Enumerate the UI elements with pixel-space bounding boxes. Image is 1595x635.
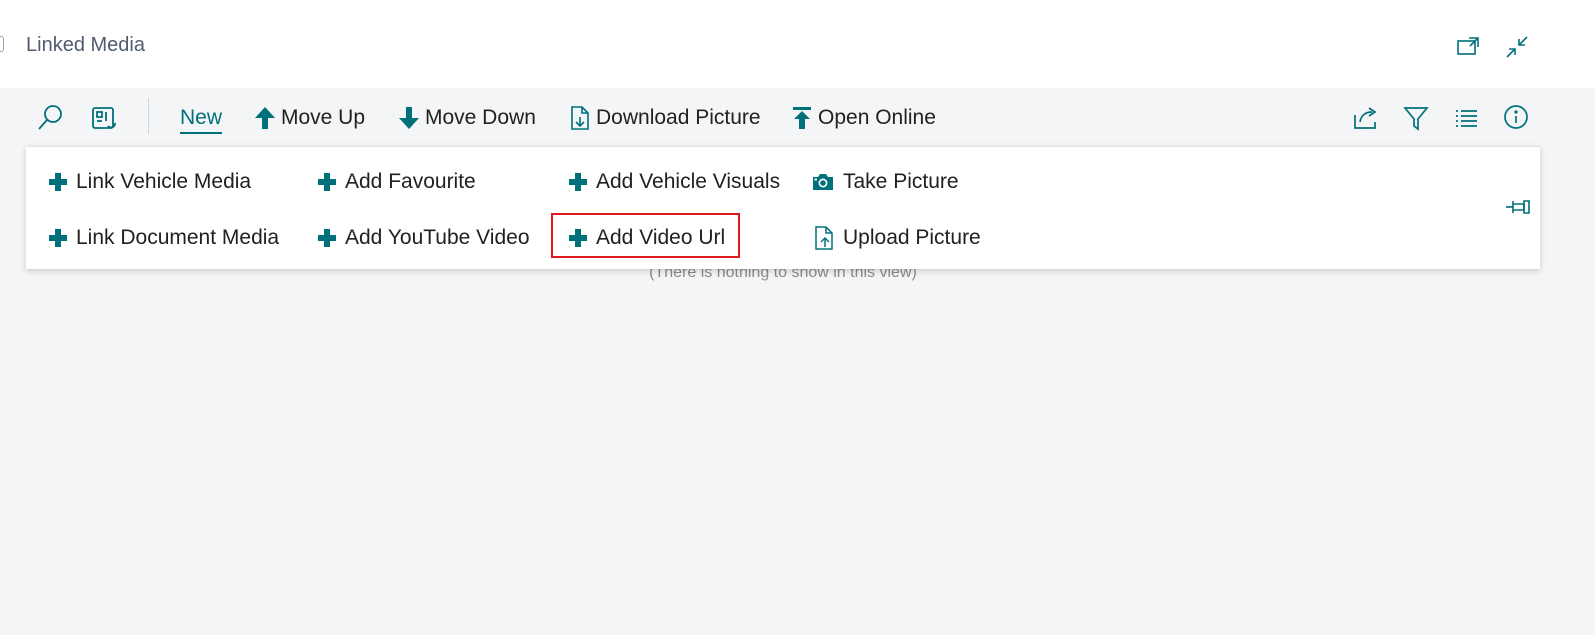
action-bar: New Move Up Move Down Download Picture O… — [0, 88, 1595, 146]
add-youtube-video-item[interactable]: Add YouTube Video — [317, 222, 530, 254]
move-up-button[interactable]: Move Up — [253, 102, 365, 134]
plus-icon — [568, 170, 588, 194]
page-title: Linked Media — [26, 34, 145, 56]
item-label: Link Vehicle Media — [76, 170, 252, 193]
document-upload-icon — [813, 226, 835, 250]
share-icon[interactable] — [1350, 102, 1382, 134]
item-label: Upload Picture — [843, 226, 981, 249]
item-label: Take Picture — [843, 170, 959, 193]
open-in-new-window-icon[interactable] — [1453, 32, 1483, 62]
arrow-up-icon — [255, 107, 275, 129]
link-vehicle-media-item[interactable]: Link Vehicle Media — [48, 166, 251, 198]
list-view-icon[interactable] — [1450, 102, 1482, 134]
camera-icon — [811, 170, 835, 194]
link-document-media-item[interactable]: Link Document Media — [48, 222, 279, 254]
plus-icon — [48, 170, 68, 194]
item-label: Add Vehicle Visuals — [596, 170, 781, 193]
collapse-icon[interactable] — [1502, 32, 1532, 62]
new-label: New — [180, 106, 223, 129]
filter-icon[interactable] — [1400, 102, 1432, 134]
page-header: Linked Media — [0, 0, 1595, 88]
upload-picture-item[interactable]: Upload Picture — [813, 222, 981, 254]
download-picture-button[interactable]: Download Picture — [568, 102, 761, 134]
plus-icon — [317, 226, 337, 250]
item-label: Add YouTube Video — [345, 226, 530, 249]
info-icon[interactable] — [1500, 102, 1532, 134]
add-favourite-item[interactable]: Add Favourite — [317, 166, 476, 198]
download-picture-label: Download Picture — [596, 106, 761, 129]
panel-edge — [0, 36, 4, 52]
arrow-down-icon — [399, 107, 419, 129]
move-down-button[interactable]: Move Down — [397, 102, 536, 134]
toolbar-divider — [148, 98, 149, 134]
take-picture-item[interactable]: Take Picture — [811, 166, 959, 198]
open-online-button[interactable]: Open Online — [790, 102, 936, 134]
item-label: Add Video Url — [596, 226, 726, 249]
add-video-url-item[interactable]: Add Video Url — [568, 222, 725, 254]
new-menu-button[interactable]: New — [180, 104, 223, 134]
item-label: Link Document Media — [76, 226, 280, 249]
add-vehicle-visuals-item[interactable]: Add Vehicle Visuals — [568, 166, 780, 198]
move-up-label: Move Up — [281, 106, 366, 129]
plus-icon — [48, 226, 68, 250]
document-download-icon — [571, 106, 589, 130]
item-label: Add Favourite — [345, 170, 476, 193]
plus-icon — [568, 226, 588, 250]
new-dropdown-menu: Link Vehicle Media Link Document Media A… — [26, 146, 1540, 269]
layout-icon[interactable] — [88, 102, 120, 134]
upload-arrow-icon — [793, 107, 811, 129]
pin-icon[interactable] — [1504, 195, 1532, 219]
search-icon[interactable] — [34, 102, 66, 134]
open-online-label: Open Online — [818, 106, 936, 129]
plus-icon — [317, 170, 337, 194]
move-down-label: Move Down — [425, 106, 536, 129]
